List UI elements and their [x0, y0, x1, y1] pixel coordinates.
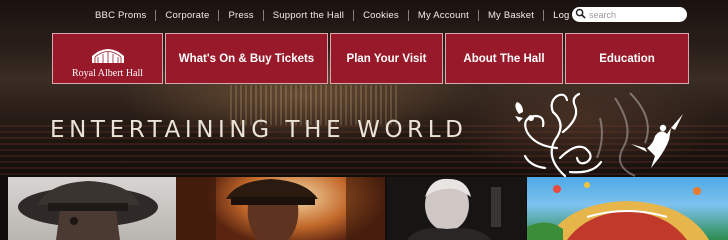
tile-4-image — [527, 182, 709, 240]
swirl-dancer-graphic — [515, 92, 683, 178]
logo-text: Royal Albert Hall — [71, 68, 144, 79]
utility-link-my-account[interactable]: My Account — [407, 9, 478, 21]
feature-tile-1[interactable] — [8, 177, 176, 240]
search-icon[interactable] — [575, 6, 586, 24]
nav-whats-on[interactable]: What's On & Buy Tickets — [165, 33, 328, 84]
feature-tile-4[interactable] — [527, 177, 728, 240]
nav-education[interactable]: Education — [565, 33, 689, 84]
nav-about-hall[interactable]: About The Hall — [445, 33, 563, 84]
tile-3-image — [407, 178, 501, 240]
utility-link-bbc-proms[interactable]: BBC Proms — [86, 10, 155, 21]
utility-link-support[interactable]: Support the Hall — [262, 9, 353, 21]
utility-nav: BBC Proms Corporate Press Support the Ha… — [86, 6, 590, 24]
utility-link-corporate[interactable]: Corporate — [155, 9, 218, 21]
utility-link-cookies[interactable]: Cookies — [353, 9, 408, 21]
utility-link-press[interactable]: Press — [218, 9, 262, 21]
utility-link-my-basket[interactable]: My Basket — [477, 9, 543, 21]
hero-slogan: ENTERTAINING THE WORLD — [50, 117, 468, 143]
feature-tiles — [0, 177, 728, 240]
feature-tile-3[interactable] — [387, 177, 526, 240]
logo-button[interactable]: Royal Albert Hall — [52, 33, 163, 84]
search-input[interactable] — [586, 8, 682, 21]
feature-tile-2[interactable] — [176, 177, 385, 240]
nav-plan-visit[interactable]: Plan Your Visit — [330, 33, 443, 84]
tile-2-image — [176, 177, 385, 240]
tile-1-image — [18, 181, 158, 240]
hall-logo-icon — [90, 44, 126, 67]
search-box — [572, 7, 687, 22]
